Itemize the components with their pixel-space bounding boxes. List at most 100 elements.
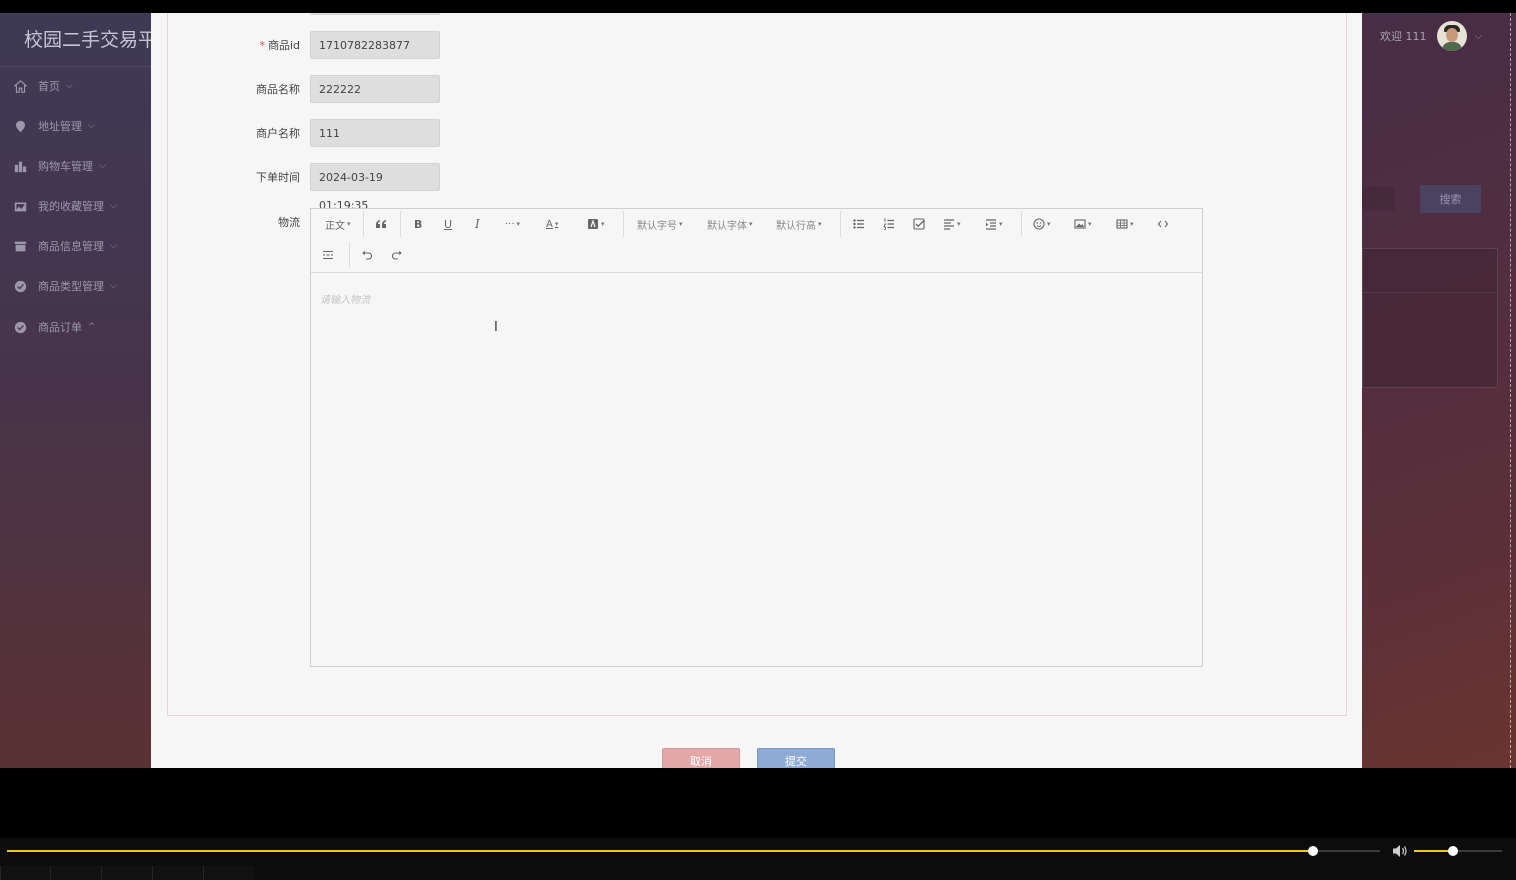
editor-toolbar: 正文 ▾ B U I ··· ▾ A ▾ ▾ 默认字号 ▾ 默认字体 ▾ 默认行高 ▾: [311, 209, 1202, 273]
quote-button[interactable]: [375, 215, 387, 233]
horizontal-rule-icon: [323, 251, 333, 259]
indent-button[interactable]: ▾: [985, 215, 1003, 233]
video-player-controls: [0, 768, 1516, 880]
bullet-list-icon: [853, 219, 864, 229]
font-color-button[interactable]: A ▾: [546, 215, 558, 233]
font-size-select[interactable]: 默认字号 ▾: [637, 215, 683, 233]
goods-id-input[interactable]: 1710782283877: [310, 31, 440, 59]
code-button[interactable]: [1157, 215, 1169, 233]
user-menu[interactable]: 欢迎 111 ⌵: [1380, 21, 1482, 51]
field-label: 下单时间: [256, 171, 300, 184]
toolbar-separator: [400, 211, 401, 237]
image-icon: [1074, 219, 1086, 229]
toolbar-separator: [623, 211, 624, 237]
sidebar-item-label: 我的收藏管理: [38, 200, 104, 213]
toolbar-separator: [349, 242, 350, 268]
sidebar-item-address[interactable]: 地址管理 ⌵: [14, 116, 95, 136]
undo-button[interactable]: [361, 246, 373, 264]
toolbar-separator: [363, 211, 364, 237]
line-height-select[interactable]: 默认行高 ▾: [776, 215, 822, 233]
sidebar-item-cart[interactable]: 购物车管理 ⌵: [14, 156, 106, 176]
undo-icon: [362, 250, 373, 260]
divider-button[interactable]: [322, 246, 334, 264]
background-color-icon: [588, 219, 598, 229]
emoji-icon: [1033, 218, 1045, 230]
chevron-down-icon: ⌵: [110, 241, 117, 251]
avatar[interactable]: [1436, 21, 1467, 51]
image-button[interactable]: ▾: [1074, 215, 1092, 233]
player-bar-cell: [152, 866, 203, 880]
goods-type-icon: [14, 280, 27, 292]
chevron-down-icon: ⌵: [1474, 30, 1483, 42]
collection-icon: [14, 201, 27, 211]
volume-fill: [1414, 850, 1453, 852]
sidebar-item-goods-info[interactable]: 商品信息管理 ⌵: [14, 236, 117, 256]
cancel-button[interactable]: 取消: [662, 748, 740, 768]
code-icon: [1157, 220, 1169, 228]
sidebar-item-home[interactable]: 首页 ⌵: [14, 76, 73, 96]
field-label: * 商品id: [259, 39, 300, 52]
logistics-editor-area[interactable]: 请输入物流 I: [311, 272, 1202, 666]
chevron-down-icon: ⌵: [110, 281, 117, 291]
checkbox-icon: [913, 218, 925, 230]
logistics-rich-editor: 正文 ▾ B U I ··· ▾ A ▾ ▾ 默认字号 ▾ 默认字体 ▾ 默认行高 ▾: [310, 208, 1203, 667]
justify-button[interactable]: ▾: [943, 215, 961, 233]
app-title: 校园二手交易平: [24, 29, 158, 51]
align-left-icon: [944, 219, 954, 230]
chevron-down-icon: ⌵: [88, 121, 95, 131]
field-label: 物流: [278, 216, 300, 229]
sidebar-item-label: 首页: [38, 80, 60, 93]
italic-button[interactable]: I: [475, 215, 480, 233]
order-edit-dialog: * 商品id 1710782283877 商品名称 222222 商户名称 111…: [151, 13, 1362, 768]
numbered-list-button[interactable]: [883, 215, 895, 233]
text-cursor-icon: I: [494, 320, 498, 335]
submit-button[interactable]: 提交: [757, 748, 835, 768]
field-label: 商户名称: [256, 127, 300, 140]
volume-icon[interactable]: [1392, 844, 1408, 858]
toolbar-separator: [840, 211, 841, 237]
sidebar-item-label: 购物车管理: [38, 160, 93, 173]
previous-field-input[interactable]: [310, 13, 440, 15]
sidebar-item-goods-type[interactable]: 商品类型管理 ⌵: [14, 276, 117, 296]
underline-button[interactable]: U: [444, 215, 452, 233]
sidebar-divider: [0, 66, 151, 67]
progress-handle[interactable]: [1307, 846, 1318, 856]
bold-icon: B: [414, 217, 423, 231]
background-table: [1362, 248, 1498, 388]
bullet-list-button[interactable]: [853, 215, 865, 233]
redo-button[interactable]: [391, 246, 403, 264]
quote-icon: [376, 220, 386, 228]
order-time-input[interactable]: 2024-03-19 01:19:35: [310, 163, 440, 212]
goods-name-input[interactable]: 222222: [310, 75, 440, 103]
sidebar-item-collection[interactable]: 我的收藏管理 ⌵: [14, 196, 117, 216]
background-color-button[interactable]: ▾: [587, 215, 605, 233]
chevron-down-icon: ⌵: [99, 161, 106, 171]
bold-button[interactable]: B: [414, 215, 422, 233]
progress-fill: [7, 850, 1313, 852]
merchant-name-input[interactable]: 111: [310, 119, 440, 147]
chevron-down-icon: ⌵: [66, 81, 73, 91]
table-icon: [1116, 219, 1128, 229]
required-mark: *: [259, 39, 265, 52]
table-button[interactable]: ▾: [1116, 215, 1134, 233]
background-search-button[interactable]: 搜索: [1420, 185, 1481, 213]
toolbar-separator: [1021, 211, 1022, 237]
more-style-button[interactable]: ··· ▾: [505, 215, 520, 233]
progress-slider[interactable]: [7, 846, 1380, 856]
font-family-select[interactable]: 默认字体 ▾: [707, 215, 753, 233]
volume-slider[interactable]: [1414, 846, 1502, 856]
heading-select[interactable]: 正文 ▾: [325, 215, 351, 233]
sidebar-item-orders[interactable]: 商品订单 ^: [14, 317, 96, 337]
emoji-button[interactable]: ▾: [1033, 215, 1051, 233]
font-color-icon: A: [546, 218, 553, 230]
background-search-input[interactable]: [1362, 187, 1395, 211]
chevron-up-icon: ^: [88, 322, 96, 332]
sidebar-item-label: 商品信息管理: [38, 240, 104, 253]
player-bar-cell: [203, 866, 254, 880]
player-bar-cell: [50, 866, 101, 880]
todo-button[interactable]: [913, 215, 925, 233]
field-label: 商品名称: [256, 83, 300, 96]
sidebar-item-label: 地址管理: [38, 120, 82, 133]
volume-handle[interactable]: [1447, 846, 1458, 856]
sidebar-item-label: 商品订单: [38, 321, 82, 334]
